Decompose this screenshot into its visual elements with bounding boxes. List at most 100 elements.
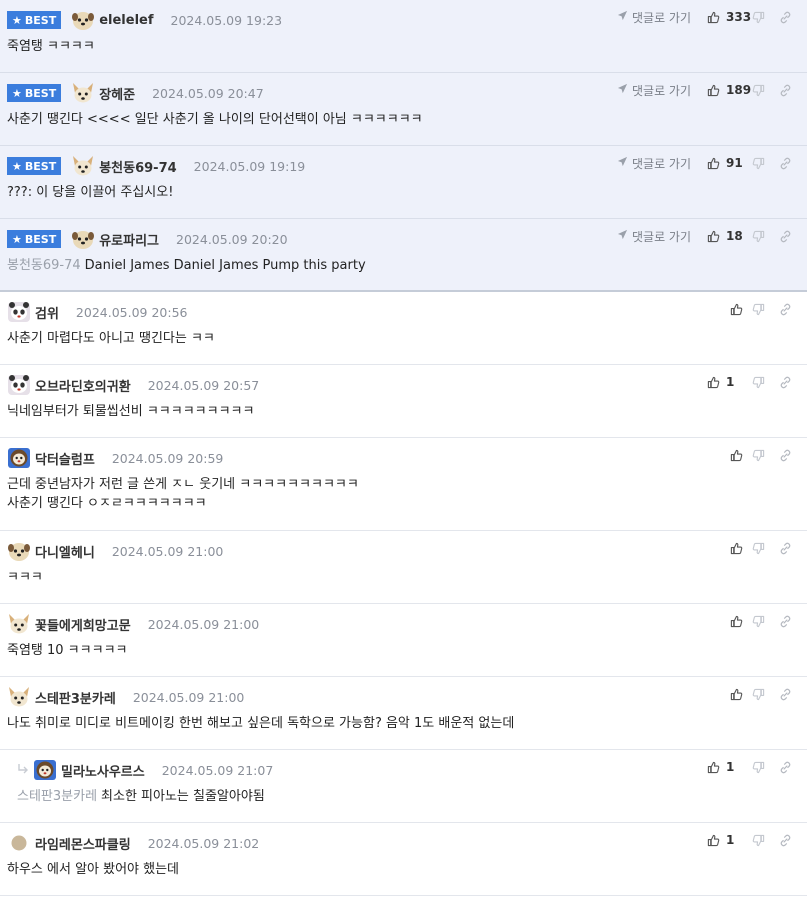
author-nickname[interactable]: elelelef	[99, 13, 153, 28]
best-badge: ★ BEST	[7, 230, 62, 248]
author-nickname[interactable]: 밀라노사우르스	[61, 761, 145, 780]
goto-comment-link[interactable]: 댓글로 가기	[617, 155, 691, 172]
thumbs-up-icon	[707, 84, 720, 97]
like-button[interactable]	[707, 615, 745, 628]
comment-actions: 1	[707, 373, 799, 391]
copy-link-button[interactable]	[772, 542, 799, 555]
comment-actions	[707, 612, 799, 630]
copy-link-button[interactable]	[772, 615, 799, 628]
dislike-button[interactable]	[745, 834, 772, 847]
copy-link-button[interactable]	[772, 11, 799, 24]
goto-comment-link[interactable]: 댓글로 가기	[617, 9, 691, 26]
comment-actions	[707, 300, 799, 318]
copy-link-button[interactable]	[772, 84, 799, 97]
like-button[interactable]: 91	[707, 156, 745, 170]
dog-face-icon[interactable]	[71, 9, 95, 31]
like-button[interactable]: 1	[707, 375, 745, 389]
fox-face-icon[interactable]	[7, 686, 31, 708]
author-nickname[interactable]: 검위	[35, 303, 59, 322]
goto-comment-link[interactable]: 댓글로 가기	[617, 228, 691, 245]
comment-text: 근데 중년남자가 저런 글 쓴게 ㅈㄴ 웃기네 ㅋㅋㅋㅋㅋㅋㅋㅋㅋㅋ	[7, 477, 359, 492]
dislike-button[interactable]	[745, 761, 772, 774]
author-nickname[interactable]: 스테판3분카레	[35, 688, 116, 707]
dislike-button[interactable]	[745, 688, 772, 701]
author-nickname[interactable]: 유로파리그	[99, 230, 159, 249]
dislike-button[interactable]	[745, 449, 772, 462]
default-avatar-icon[interactable]	[7, 832, 31, 854]
dog-face-icon[interactable]	[71, 228, 95, 250]
dislike-button[interactable]	[745, 11, 772, 24]
comment-date: 2024.05.09 21:00	[147, 616, 260, 632]
author-nickname[interactable]: 라임레몬스파클링	[35, 834, 131, 853]
copy-link-button[interactable]	[772, 761, 799, 774]
copy-link-button[interactable]	[772, 449, 799, 462]
comment-actions: 댓글로 가기 333	[617, 8, 799, 26]
dislike-button[interactable]	[745, 303, 772, 316]
dog-face-icon[interactable]	[7, 540, 31, 562]
best-badge: ★ BEST	[7, 11, 62, 29]
comment-item: 검위 2024.05.09 20:56 사춘기 마렵다도 아니고 땡긴다는 ㅋㅋ	[0, 292, 807, 365]
fox-face-icon[interactable]	[71, 155, 95, 177]
like-button[interactable]: 18	[707, 229, 745, 243]
like-button[interactable]	[707, 688, 745, 701]
fox-face-icon[interactable]	[71, 82, 95, 104]
like-button[interactable]: 1	[707, 833, 745, 847]
comment-text: Daniel James Daniel James Pump this part…	[84, 258, 366, 273]
copy-link-button[interactable]	[772, 834, 799, 847]
like-count: 1	[726, 833, 735, 847]
copy-link-button[interactable]	[772, 688, 799, 701]
thumbs-down-icon	[752, 615, 765, 628]
copy-link-button[interactable]	[772, 230, 799, 243]
comment-item: 다니엘헤니 2024.05.09 21:00 ㅋㅋㅋ	[0, 531, 807, 604]
comment-text: 사춘기 땡긴다 ㅇㅈㄹㅋㅋㅋㅋㅋㅋㅋ	[7, 496, 207, 511]
panda-face-icon[interactable]	[7, 301, 31, 323]
dislike-button[interactable]	[745, 157, 772, 170]
comment-text: 사춘기 땡긴다 <<<< 일단 사춘기 올 나이의 단어선택이 아님 ㅋㅋㅋㅋㅋ…	[7, 112, 423, 127]
like-button[interactable]: 1	[707, 760, 745, 774]
like-button[interactable]	[707, 303, 745, 316]
comment-text-line: 근데 중년남자가 저런 글 쓴게 ㅈㄴ 웃기네 ㅋㅋㅋㅋㅋㅋㅋㅋㅋㅋ	[7, 475, 799, 494]
like-button[interactable]	[707, 449, 745, 462]
goto-comment-link[interactable]: 댓글로 가기	[617, 82, 691, 99]
author-nickname[interactable]: 장헤준	[99, 84, 135, 103]
author-nickname[interactable]: 꽃들에게희망고문	[35, 615, 131, 634]
link-icon	[779, 84, 792, 97]
like-button[interactable]: 189	[707, 83, 751, 97]
comment-body: 사춘기 땡긴다 <<<< 일단 사춘기 올 나이의 단어선택이 아님 ㅋㅋㅋㅋㅋ…	[7, 104, 799, 129]
comment-date: 2024.05.09 21:00	[132, 689, 245, 705]
comment-actions: 1	[707, 831, 799, 849]
dislike-button[interactable]	[745, 84, 772, 97]
copy-link-button[interactable]	[772, 303, 799, 316]
thumbs-up-icon	[707, 376, 720, 389]
lion-face-icon[interactable]	[33, 759, 57, 781]
comment-actions: 1	[707, 758, 799, 776]
like-count: 91	[726, 156, 743, 170]
dislike-button[interactable]	[745, 376, 772, 389]
dislike-button[interactable]	[745, 615, 772, 628]
goto-comment-label: 댓글로 가기	[631, 156, 691, 171]
like-button[interactable]	[707, 542, 745, 555]
copy-link-button[interactable]	[772, 157, 799, 170]
comment-date: 2024.05.09 20:56	[75, 304, 188, 320]
dislike-button[interactable]	[745, 230, 772, 243]
fox-face-icon[interactable]	[7, 613, 31, 635]
comment-item: 오브라딘호의귀환 2024.05.09 20:57 1 닉네임부터가 퇴물씹선비 ㅋㅋ…	[0, 365, 807, 438]
mention-tag[interactable]: 스테판3분카레	[17, 789, 97, 804]
dislike-button[interactable]	[745, 542, 772, 555]
link-icon	[779, 542, 792, 555]
mention-tag[interactable]: 봉천동69-74	[7, 258, 81, 273]
comment-body: ㅋㅋㅋ	[7, 562, 799, 587]
like-button[interactable]: 333	[707, 10, 751, 24]
comment-actions: 댓글로 가기 91	[617, 154, 799, 172]
copy-link-button[interactable]	[772, 376, 799, 389]
panda-face-icon[interactable]	[7, 374, 31, 396]
author-nickname[interactable]: 오브라딘호의귀환	[35, 376, 131, 395]
thumbs-down-icon	[752, 449, 765, 462]
comment-date: 2024.05.09 19:19	[193, 158, 306, 174]
thumbs-down-icon	[752, 157, 765, 170]
author-nickname[interactable]: 봉천동69-74	[99, 157, 176, 176]
lion-face-icon[interactable]	[7, 447, 31, 469]
comment-text-line: 스테판3분카레 최소한 피아노는 칠줄알아야됨	[17, 787, 799, 806]
author-nickname[interactable]: 닥터슬럼프	[35, 449, 95, 468]
author-nickname[interactable]: 다니엘헤니	[35, 542, 95, 561]
